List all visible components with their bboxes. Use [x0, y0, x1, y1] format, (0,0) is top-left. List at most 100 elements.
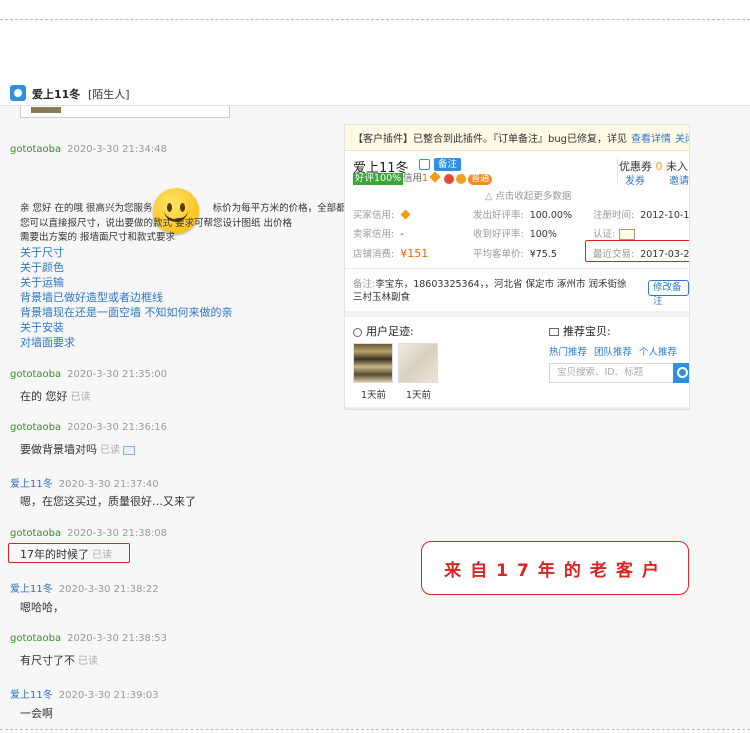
read-status: 已读 [78, 656, 98, 667]
info-label: 收到好评率: [473, 229, 524, 240]
message-time: 2020-3-30 21:38:22 [58, 584, 159, 595]
shop-spend: 店铺消费: ¥151 [353, 246, 428, 260]
seller-credit: 卖家信用: - [353, 226, 404, 240]
faq-link-size[interactable]: 关于尺寸 [20, 244, 64, 260]
heart-icon [400, 209, 411, 220]
avg-order-price: 平均客单价: ¥75.5 [473, 246, 557, 260]
footprint-thumbnail[interactable] [353, 343, 393, 383]
customer-info-panel: 【客户插件】已整合到此插件。『订单备注』bug已修复，详见查看详情关闭 爱上11… [344, 124, 690, 410]
message-meta: 爱上11冬 2020-3-30 21:39:03 [10, 686, 159, 701]
sender-nick[interactable]: gototaoba [10, 144, 61, 155]
message-time: 2020-3-30 21:34:48 [67, 144, 167, 155]
message-meta: 爱上11冬 2020-3-30 21:37:40 [10, 475, 159, 490]
credit-info: 信用1 普通 [403, 171, 493, 185]
tab-team[interactable]: 团队推荐 [594, 347, 632, 358]
read-status: 已读 [100, 445, 120, 456]
coupon-count: 0 [655, 160, 663, 173]
keyboard-icon [123, 445, 135, 455]
sender-nick[interactable]: 爱上11冬 [10, 690, 53, 701]
message-time: 2020-3-30 21:36:16 [67, 422, 167, 433]
contact-name[interactable]: 爱上11冬 [32, 86, 80, 102]
faq-link-empty-wall[interactable]: 背景墙现在还是一面空墙 不知如何来做的亲 [20, 304, 233, 320]
info-label: 发出好评率: [473, 210, 524, 221]
note-button[interactable]: 备注 [434, 158, 462, 171]
footprint-thumbnail[interactable] [398, 343, 438, 383]
callout-text: 来自17年的老客户 [444, 561, 668, 581]
read-status: 已读 [70, 392, 91, 403]
mail-icon [549, 328, 559, 336]
message-text: 一会啊 [20, 707, 53, 720]
register-time: 注册时间: 2012-10-1 [593, 207, 689, 221]
message-text: 要做背景墙对吗 已读 [20, 441, 135, 457]
top-dashed-divider [0, 19, 750, 20]
tab-hot[interactable]: 热门推荐 [549, 347, 587, 358]
buyer-credit: 买家信用: [353, 207, 412, 221]
footprints-icon [353, 327, 362, 337]
chat-header: 爱上11冬 [陌生人] [0, 80, 750, 106]
message-time: 2020-3-30 21:38:53 [67, 633, 167, 644]
faq-link-install[interactable]: 关于安装 [20, 319, 64, 335]
sender-nick[interactable]: 爱上11冬 [10, 584, 53, 595]
remark-text: 李宝东，18603325364，，河北省 保定市 涿州市 润禾街徐三村玉林副食 [353, 279, 627, 303]
male-icon [444, 173, 455, 184]
send-coupon-link[interactable]: 发券 [625, 172, 645, 187]
sender-nick[interactable]: gototaoba [10, 528, 61, 539]
sender-nick[interactable]: gototaoba [10, 633, 61, 644]
message-meta: gototaoba 2020-3-30 21:38:08 [10, 528, 167, 539]
sender-nick[interactable]: gototaoba [10, 422, 61, 433]
edit-remark-button[interactable]: 修改备注 [648, 280, 689, 307]
message-body: 在的 您好 [20, 390, 68, 403]
faq-link-shipping[interactable]: 关于运输 [20, 274, 64, 290]
item-search-input[interactable]: 宝贝搜索、ID、标题 [549, 363, 677, 383]
search-icon[interactable] [673, 363, 689, 383]
notice-text: 【客户插件】已整合到此插件。『订单备注』bug已修复，详见 [353, 134, 628, 145]
info-value: ¥151 [400, 247, 429, 260]
recommend-title: 推荐宝贝: [549, 323, 611, 339]
footprint-time: 1天前 [406, 390, 432, 401]
info-value: 100.00% [529, 210, 572, 221]
collapse-more-data[interactable]: △ 点击收起更多数据 [485, 188, 571, 202]
info-label: 平均客单价: [473, 249, 524, 260]
annotation-callout: 来自17年的老客户 [421, 541, 689, 595]
recommend-label: 推荐宝贝: [563, 325, 611, 338]
message-text: 在的 您好 已读 [20, 388, 91, 404]
tab-personal[interactable]: 个人推荐 [639, 347, 677, 358]
vip-icon [456, 173, 467, 184]
message-meta: gototaoba 2020-3-30 21:35:00 [10, 369, 167, 380]
sender-nick[interactable]: 爱上11冬 [10, 479, 53, 490]
card-icon[interactable] [419, 159, 430, 170]
horizontal-scrollbar[interactable] [345, 407, 689, 409]
welcome-line-2: 标价为每平方米的价格，全部都是 [212, 203, 356, 214]
notice-close-link[interactable]: 关闭 [675, 134, 689, 145]
info-value: ¥75.5 [529, 249, 557, 260]
previous-image-message[interactable] [20, 106, 230, 118]
remark: 备注:李宝东，18603325364，，河北省 保定市 涿州市 润禾街徐三村玉林… [353, 278, 633, 304]
message-text: 嗯，在您这买过，质量很好…又来了 [20, 495, 196, 508]
footprints-label: 用户足迹: [366, 325, 414, 338]
faq-link-color[interactable]: 关于颜色 [20, 259, 64, 275]
info-label: 店铺消费: [353, 249, 395, 260]
info-label: 卖家信用: [353, 229, 395, 240]
message-text: 您可以直接报尺寸，说出要做的款式 要求可帮您设计图纸 出价格 [20, 218, 293, 229]
level-badge: 普通 [468, 174, 493, 185]
plugin-notice-bar: 【客户插件】已整合到此插件。『订单备注』bug已修复，详见查看详情关闭 [345, 125, 689, 151]
sender-nick[interactable]: gototaoba [10, 369, 61, 380]
info-value: 100% [529, 229, 557, 240]
divider [345, 268, 689, 269]
footprint-time: 1天前 [361, 390, 387, 401]
last-trade: 最近交易: 2017-03-2 [593, 246, 689, 260]
credit-label: 信用 [403, 173, 423, 184]
message-body: 有尺寸了不 [20, 654, 75, 667]
divider [617, 157, 618, 185]
notice-details-link[interactable]: 查看详情 [631, 134, 671, 145]
image-thumbnail [31, 107, 61, 113]
faq-link-framed-wall[interactable]: 背景墙已做好造型或者边框线 [20, 289, 163, 305]
heart-icon [429, 171, 441, 183]
page: 爱上11冬 [陌生人] gototaoba 2020-3-30 21:34:48 … [0, 0, 750, 733]
message-meta: gototaoba 2020-3-30 21:34:48 [10, 144, 167, 155]
auth-badge-icon [619, 229, 636, 240]
invite-link[interactable]: 邀请 [669, 172, 689, 187]
faq-link-wall-req[interactable]: 对墙面要求 [20, 334, 75, 350]
recommend-tabs: 热门推荐 团队推荐 个人推荐 [549, 344, 684, 358]
auth-info: 认证: [593, 226, 636, 240]
